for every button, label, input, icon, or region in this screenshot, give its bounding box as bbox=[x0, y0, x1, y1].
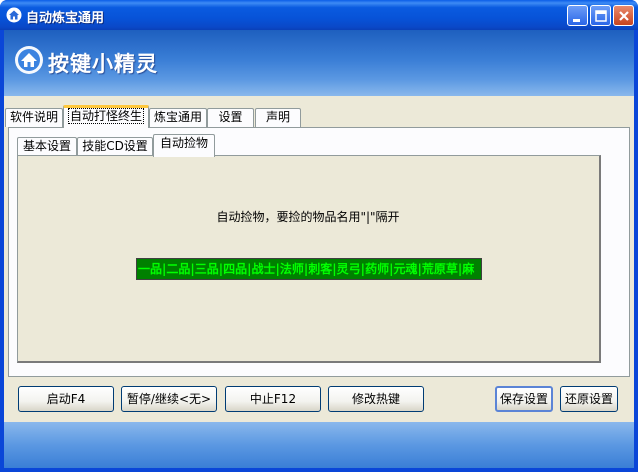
auto-pickup-panel: 自动捡物，要捡的物品名用"|"隔开 一品|二品|三品|四品|战士|法师|刺客|灵… bbox=[17, 155, 601, 363]
start-button[interactable]: 启动F4 bbox=[18, 386, 114, 412]
tab-label: 基本设置 bbox=[22, 139, 71, 153]
tab-label: 技能CD设置 bbox=[82, 139, 148, 153]
minimize-button[interactable] bbox=[567, 5, 588, 26]
window-title: 自动炼宝通用 bbox=[26, 11, 105, 26]
stop-button[interactable]: 中止F12 bbox=[225, 386, 321, 412]
pickup-hint-label: 自动捡物，要捡的物品名用"|"隔开 bbox=[216, 210, 400, 224]
tab-settings[interactable]: 设置 bbox=[207, 108, 254, 127]
tab-label: 炼宝通用 bbox=[153, 110, 202, 124]
title-bar[interactable]: 自动炼宝通用 bbox=[0, 0, 638, 30]
tab-label: 自动捡物 bbox=[159, 136, 208, 150]
maximize-button[interactable] bbox=[590, 5, 611, 26]
tab-auto-pickup[interactable]: 自动捡物 bbox=[153, 134, 215, 157]
tab-label: 声明 bbox=[265, 110, 290, 124]
app-window: 自动炼宝通用 按键小精灵 软件说明 自动打怪终生 炼宝通用 设置 声明 基本设置… bbox=[0, 0, 638, 472]
close-button[interactable] bbox=[613, 5, 634, 26]
tab-skill-cd-settings[interactable]: 技能CD设置 bbox=[77, 137, 153, 156]
logo-text: 按键小精灵 bbox=[48, 52, 158, 76]
tab-statement[interactable]: 声明 bbox=[255, 108, 301, 127]
tab-label: 自动打怪终生 bbox=[67, 108, 145, 124]
sub-tab-strip: 基本设置 技能CD设置 自动捡物 bbox=[17, 134, 617, 157]
main-tab-panel: 基本设置 技能CD设置 自动捡物 自动捡物，要捡的物品名用"|"隔开 一品|二品… bbox=[8, 127, 630, 377]
main-tab-strip: 软件说明 自动打怪终生 炼宝通用 设置 声明 bbox=[4, 105, 634, 128]
tab-software-info[interactable]: 软件说明 bbox=[5, 108, 63, 127]
tab-refine-general[interactable]: 炼宝通用 bbox=[149, 108, 207, 127]
home-logo-icon bbox=[14, 45, 44, 75]
header-banner: 按键小精灵 bbox=[4, 30, 634, 96]
tab-label: 设置 bbox=[218, 110, 243, 124]
pickup-items-input[interactable]: 一品|二品|三品|四品|战士|法师|刺客|灵弓|药师|元魂|荒原草|麻 bbox=[136, 258, 482, 280]
restore-settings-button[interactable]: 还原设置 bbox=[560, 386, 618, 412]
tab-basic-settings[interactable]: 基本设置 bbox=[17, 137, 77, 156]
footer-banner bbox=[4, 422, 634, 468]
save-settings-button[interactable]: 保存设置 bbox=[495, 386, 553, 412]
window-client-area: 按键小精灵 软件说明 自动打怪终生 炼宝通用 设置 声明 基本设置 技能CD设置… bbox=[4, 30, 634, 468]
pause-resume-button[interactable]: 暂停/继续<无> bbox=[121, 386, 217, 412]
tab-label: 软件说明 bbox=[9, 110, 58, 124]
modify-hotkey-button[interactable]: 修改热键 bbox=[328, 386, 424, 412]
home-icon bbox=[6, 7, 22, 23]
tab-auto-fight[interactable]: 自动打怪终生 bbox=[63, 105, 149, 128]
